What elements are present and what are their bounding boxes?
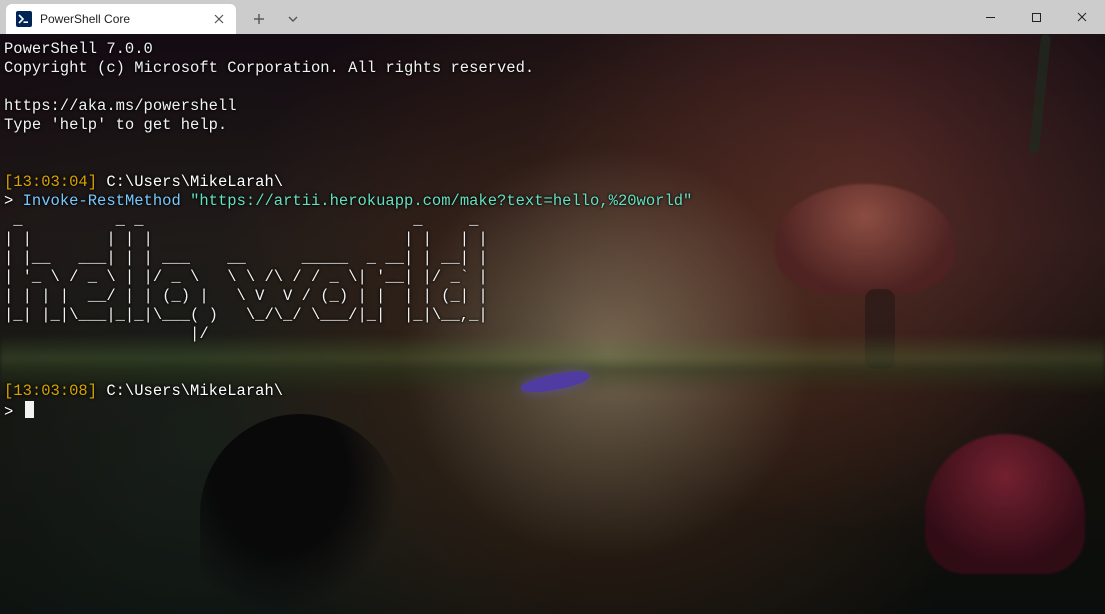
ps-version-line: PowerShell 7.0.0 xyxy=(4,40,153,58)
terminal-window: PowerShell Core xyxy=(0,0,1105,614)
prompt-symbol-2: > xyxy=(4,403,13,421)
command-arg-url: "https://artii.herokuapp.com/make?text=h… xyxy=(190,192,692,210)
close-window-button[interactable] xyxy=(1059,0,1105,34)
powershell-icon xyxy=(16,11,32,27)
window-controls xyxy=(967,0,1105,34)
close-tab-icon[interactable] xyxy=(212,12,226,26)
command-name: Invoke-RestMethod xyxy=(23,192,181,210)
prompt-symbol-1: > xyxy=(4,192,13,210)
new-tab-button[interactable] xyxy=(242,4,276,34)
cwd-1: C:\Users\MikeLarah\ xyxy=(106,173,283,191)
help-line: Type 'help' to get help. xyxy=(4,116,227,134)
tab-dropdown-button[interactable] xyxy=(276,4,310,34)
tab-title: PowerShell Core xyxy=(40,12,204,26)
terminal-pane[interactable]: PowerShell 7.0.0 Copyright (c) Microsoft… xyxy=(0,34,1105,614)
titlebar[interactable]: PowerShell Core xyxy=(0,0,1105,34)
maximize-button[interactable] xyxy=(1013,0,1059,34)
tab-actions xyxy=(242,0,310,34)
timestamp-2: [13:03:08] xyxy=(4,382,97,400)
minimize-button[interactable] xyxy=(967,0,1013,34)
tab-powershell[interactable]: PowerShell Core xyxy=(6,4,236,34)
timestamp-1: [13:03:04] xyxy=(4,173,97,191)
docs-link: https://aka.ms/powershell xyxy=(4,97,237,115)
cwd-2: C:\Users\MikeLarah\ xyxy=(106,382,283,400)
terminal-output: PowerShell 7.0.0 Copyright (c) Microsoft… xyxy=(0,34,1105,428)
text-cursor xyxy=(25,401,34,418)
ascii-art-output: _ _ _ _ _ | | | | | | | | | | |__ ___| |… xyxy=(4,211,488,343)
copyright-line: Copyright (c) Microsoft Corporation. All… xyxy=(4,59,534,77)
